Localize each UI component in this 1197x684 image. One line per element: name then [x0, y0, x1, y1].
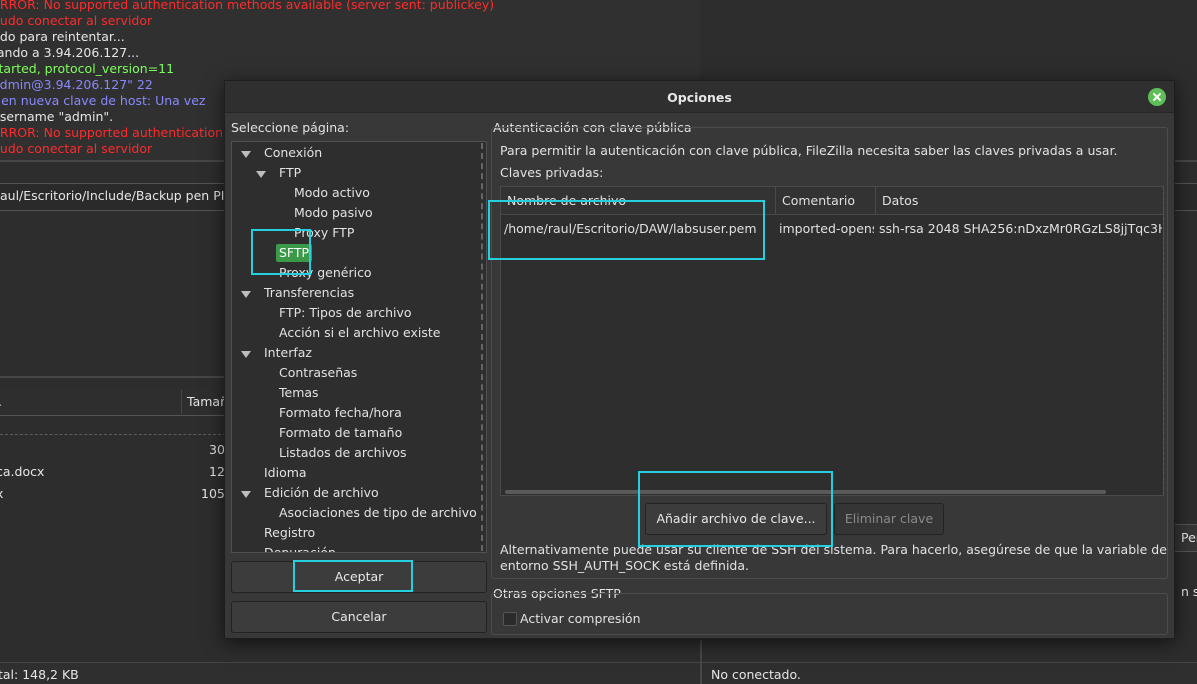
log-line: ERROR: No supported authentication metho…: [0, 0, 495, 12]
column-header-name[interactable]: .: [0, 394, 2, 409]
remove-key-button[interactable]: Eliminar clave: [834, 503, 944, 535]
agent-note-line1: Alternativamente puede usar su cliente d…: [500, 542, 1167, 557]
tree-scrollbar[interactable]: [481, 143, 483, 551]
row-separator: [0, 434, 226, 435]
key-row-comment[interactable]: imported-openssh-key: [776, 219, 874, 239]
tree-item-idioma[interactable]: Idioma: [264, 464, 307, 482]
select-page-label: Seleccione página:: [231, 120, 350, 135]
cancel-button[interactable]: Cancelar: [231, 601, 487, 633]
log-line: ndo para reintentar...: [0, 29, 125, 44]
column-divider: [181, 390, 182, 414]
log-line: admin@3.94.206.127" 22: [0, 77, 153, 92]
compression-label[interactable]: Activar compresión: [520, 611, 641, 626]
expand-arrow-icon[interactable]: [256, 171, 266, 178]
tree-item-temas[interactable]: Temas: [279, 384, 319, 402]
dialog-title: Opciones: [667, 90, 732, 105]
expand-arrow-icon[interactable]: [241, 291, 251, 298]
tree-item-conexion[interactable]: Conexión: [264, 144, 322, 162]
log-line: r en nueva clave de host: Una vez: [0, 93, 206, 108]
key-row-data[interactable]: ssh-rsa 2048 SHA256:nDxzMr0RGzLS8jjTqc3H…: [876, 219, 1162, 239]
column-header-comment[interactable]: Comentario: [776, 187, 876, 215]
highlight-accept-button: [293, 560, 413, 592]
file-size: 12: [209, 464, 225, 479]
tree-item-interfaz[interactable]: Interfaz: [264, 344, 312, 362]
column-header-data[interactable]: Datos: [876, 187, 1163, 215]
tree-item-ftp[interactable]: FTP: [279, 164, 301, 182]
tree-item-transferencias[interactable]: Transferencias: [264, 284, 354, 302]
log-line: tando a 3.94.206.127...: [0, 45, 140, 60]
pubkey-description: Para permitir la autenticación con clave…: [500, 143, 1118, 158]
highlight-key-file: [488, 200, 765, 260]
expand-arrow-icon[interactable]: [241, 351, 251, 358]
status-bar: [0, 662, 1197, 684]
tree-item-modo-pasivo[interactable]: Modo pasivo: [294, 204, 373, 222]
expand-arrow-icon[interactable]: [241, 491, 251, 498]
log-line: ERROR: No supported authentication: [0, 125, 224, 140]
tree-item-registro[interactable]: Registro: [264, 524, 315, 542]
tree-item-edicion-archivo[interactable]: Edición de archivo: [264, 484, 379, 502]
tree-item-asociaciones-tipo-archivo[interactable]: Asociaciones de tipo de archivo: [279, 504, 477, 522]
remote-path-bar[interactable]: [1174, 183, 1197, 211]
tree-item-formato-tamano[interactable]: Formato de tamaño: [279, 424, 402, 442]
highlight-add-key-button: [638, 471, 833, 547]
options-dialog: Opciones Seleccione página: Conexión FTP…: [224, 80, 1175, 639]
tree-item-accion-archivo-existe[interactable]: Acción si el archivo existe: [279, 324, 440, 342]
local-path-input[interactable]: aul/Escritorio/Include/Backup pen PIla: [0, 188, 236, 203]
status-divider: [700, 640, 702, 684]
table-edge: [1163, 187, 1164, 495]
log-line: started, protocol_version=11: [0, 61, 175, 76]
pane-divider[interactable]: [0, 376, 226, 378]
remote-column-header-perm[interactable]: Perm: [1181, 530, 1197, 545]
file-size: 30: [209, 442, 225, 457]
remote-side-text: n se: [1181, 584, 1197, 599]
tree-item-listados-archivos[interactable]: Listados de archivos: [279, 444, 407, 462]
tree-item-depuracion[interactable]: Depuración: [264, 544, 336, 552]
tree-item-modo-activo[interactable]: Modo activo: [294, 184, 370, 202]
connection-status: No conectado.: [711, 667, 801, 682]
expand-arrow-icon[interactable]: [241, 151, 251, 158]
file-size: 105: [201, 486, 225, 501]
log-line: pudo conectar al servidor: [0, 13, 153, 28]
compression-checkbox[interactable]: [503, 612, 517, 626]
column-header-size[interactable]: Tamañ: [187, 394, 228, 409]
settings-page-tree: Conexión FTP Modo activo Modo pasivo Pro…: [231, 141, 487, 553]
file-name[interactable]: x: [0, 486, 3, 501]
private-keys-label: Claves privadas:: [500, 165, 604, 180]
file-name[interactable]: ca.docx: [0, 464, 44, 479]
tree-item-ftp-tipos-archivo[interactable]: FTP: Tipos de archivo: [279, 304, 412, 322]
log-line: pudo conectar al servidor: [0, 141, 153, 156]
dialog-titlebar[interactable]: Opciones: [225, 81, 1174, 113]
highlight-sftp: [251, 229, 311, 275]
tree-item-contrasenas[interactable]: Contraseñas: [279, 364, 357, 382]
tree-item-formato-fecha-hora[interactable]: Formato fecha/hora: [279, 404, 402, 422]
close-icon[interactable]: [1148, 88, 1166, 106]
agent-note-line2: entorno SSH_AUTH_SOCK está definida.: [500, 558, 749, 573]
local-total-size: tal: 148,2 KB: [0, 667, 79, 682]
log-line: username "admin".: [0, 109, 114, 124]
